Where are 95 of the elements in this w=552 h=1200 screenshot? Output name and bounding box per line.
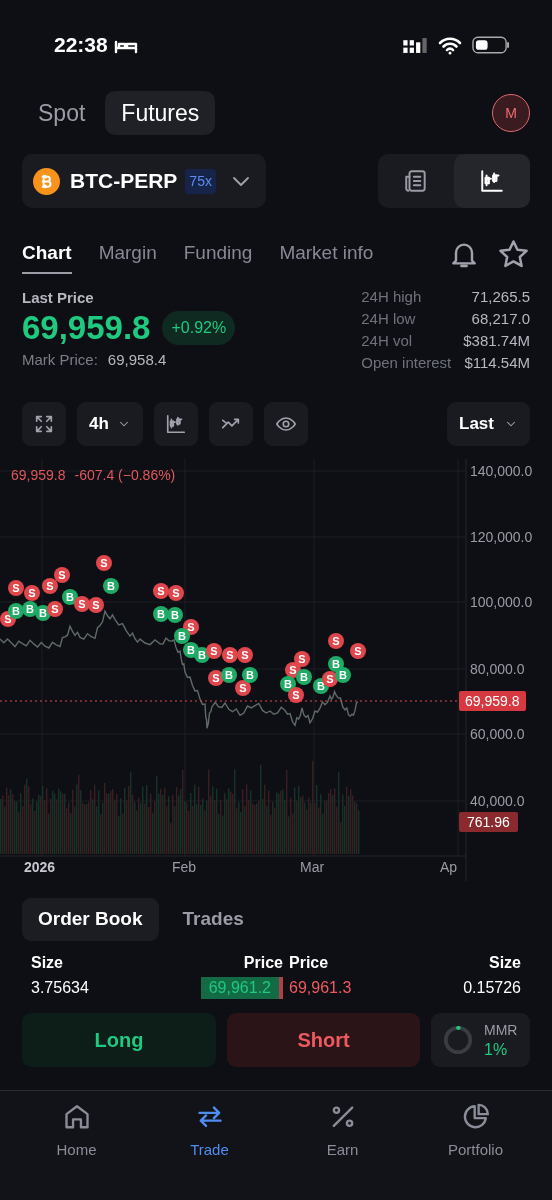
bid-size: 3.75634 (31, 978, 90, 998)
nav-tab[interactable]: Portfolio (415, 1101, 536, 1161)
stat-value: 71,265.5 (470, 287, 530, 307)
stat-value: $381.74M (463, 331, 530, 351)
indicators-button[interactable] (208, 402, 253, 446)
sell-marker: S (96, 555, 112, 571)
section-tab[interactable]: Margin (98, 234, 157, 274)
stat-label: 24H low (361, 309, 417, 329)
last-price-tag: 69,959.8 (459, 691, 526, 711)
price-type-dropdown[interactable]: Last (447, 402, 530, 446)
battery-icon (472, 36, 510, 54)
long-button[interactable]: Long (22, 1013, 216, 1067)
volume-tag: 761.96 (459, 812, 518, 832)
sell-marker: S (153, 583, 169, 599)
price-axis-label: 80,000.0 (470, 661, 525, 677)
time-axis-label: Mar (300, 859, 325, 875)
column-header: Size (31, 953, 64, 973)
stat-label: 24H vol (361, 331, 414, 351)
market-tab[interactable]: Futures (105, 91, 216, 135)
buy-marker: B (296, 669, 312, 685)
leverage-badge: 75x (185, 168, 216, 194)
sell-marker: S (54, 567, 70, 583)
price-axis-label: 40,000.0 (470, 793, 525, 809)
column-header: Price (289, 953, 330, 973)
price-axis-label: 100,000.0 (470, 594, 533, 610)
sell-marker: S (350, 643, 366, 659)
nav-tab[interactable]: Earn (282, 1101, 403, 1161)
buy-marker: B (153, 606, 169, 622)
candlestick-icon (479, 168, 505, 194)
sell-marker: S (168, 585, 184, 601)
avatar[interactable]: M (492, 94, 530, 132)
buy-marker: B (242, 667, 258, 683)
sell-marker: S (8, 580, 24, 596)
order-book-tab[interactable]: Trades (166, 898, 260, 941)
expand-icon (33, 413, 55, 435)
sell-marker: S (328, 633, 344, 649)
stat-value: $114.54M (463, 353, 530, 373)
wifi-icon (438, 35, 462, 55)
sell-marker: S (42, 578, 58, 594)
buy-marker: B (221, 667, 237, 683)
ask-size: 0.15726 (462, 978, 521, 998)
status-time: 22:38 (54, 32, 108, 59)
sell-marker: S (237, 647, 253, 663)
legend-price: 69,959.8 (11, 466, 66, 485)
sell-marker: S (47, 601, 63, 617)
sell-marker: S (288, 687, 304, 703)
time-axis-label: Ap (440, 859, 458, 875)
time-axis-label: Feb (172, 859, 197, 875)
price-axis-label: 60,000.0 (470, 726, 525, 742)
signal-icon (402, 36, 428, 54)
market-tab[interactable]: Spot (22, 91, 102, 135)
stat-label: Open interest (361, 353, 452, 373)
buy-marker: B (103, 578, 119, 594)
mmr-value: 1% (484, 1040, 509, 1060)
sell-marker: S (222, 647, 238, 663)
ask-price: 69,961.3 (289, 978, 352, 998)
section-tab[interactable]: Chart (22, 234, 72, 274)
last-price: 69,959.8 (22, 308, 151, 348)
price-axis-label: 140,000.0 (470, 463, 533, 479)
legend-change: -607.4 (−0.86%) (74, 466, 176, 485)
newspaper-icon (403, 168, 429, 194)
mmr-label: MMR (484, 1021, 518, 1040)
buy-marker: B (335, 667, 351, 683)
bid-price: 69,961.2 (200, 977, 283, 999)
price-axis-label: 120,000.0 (470, 529, 533, 545)
stat-label: 24H high (361, 287, 423, 307)
view-toggle[interactable] (454, 154, 530, 208)
section-tab[interactable]: Funding (183, 234, 253, 274)
nav-tab[interactable]: Home (16, 1101, 137, 1161)
fullscreen-button[interactable] (22, 402, 66, 446)
time-axis-label: 2026 (24, 859, 56, 875)
nav-tab[interactable]: Trade (149, 1101, 270, 1161)
sell-marker: S (235, 680, 251, 696)
price-change-badge: +0.92% (162, 311, 236, 345)
sell-marker: S (88, 597, 104, 613)
mark-price-value: 69,958.4 (107, 350, 167, 370)
chart-type-button[interactable] (153, 402, 198, 446)
column-header: Size (488, 953, 521, 973)
visibility-button[interactable] (263, 402, 308, 446)
sell-marker: S (206, 643, 222, 659)
sell-marker: S (24, 585, 40, 601)
candlestick-icon (164, 413, 187, 435)
order-book-tab[interactable]: Order Book (22, 898, 159, 941)
interval-dropdown[interactable]: 4h (77, 402, 143, 446)
pair-selector[interactable]: BTC-PERP 75x (22, 154, 266, 208)
short-button[interactable]: Short (227, 1013, 420, 1067)
stat-value: 68,217.0 (470, 309, 530, 329)
bitcoin-icon (33, 167, 60, 195)
last-price-label: Last Price (22, 288, 95, 308)
buy-marker: B (167, 607, 183, 623)
mark-price-label: Mark Price: (22, 350, 98, 370)
mmr-gauge (442, 1024, 474, 1056)
column-header: Price (242, 953, 283, 973)
sell-marker: S (74, 596, 90, 612)
section-tab[interactable]: Market info (279, 234, 374, 274)
